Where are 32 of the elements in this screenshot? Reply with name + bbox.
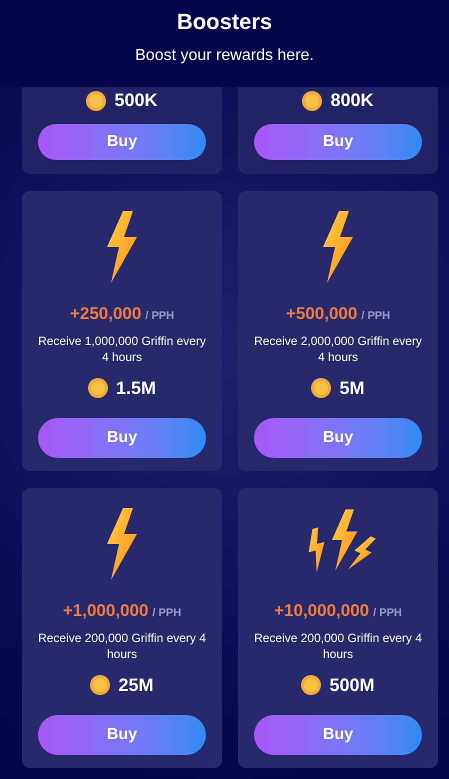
buy-button[interactable]: Buy bbox=[254, 124, 422, 160]
unit-label: / PPH bbox=[361, 309, 390, 324]
buy-button[interactable]: Buy bbox=[254, 418, 422, 458]
page-subtitle: Boost your rewards here. bbox=[135, 46, 314, 66]
buy-button[interactable]: Buy bbox=[254, 714, 422, 754]
coin-icon bbox=[88, 378, 108, 398]
bonus-amount: +500,000 bbox=[286, 303, 358, 325]
price: 5M bbox=[339, 376, 364, 400]
unit-label: / PPH bbox=[373, 606, 402, 621]
bonus-amount: +1,000,000 bbox=[62, 600, 148, 622]
coin-icon bbox=[301, 675, 322, 695]
coin-icon bbox=[302, 90, 322, 110]
buy-button[interactable]: Buy bbox=[38, 124, 206, 160]
booster-description: Receive 200,000 Griffin every 4 hours bbox=[37, 630, 207, 662]
booster-description: Receive 2,000,000 Griffin every 4 hours bbox=[253, 332, 423, 364]
booster-description: Receive 1,000,000 Griffin every 4 hours bbox=[37, 332, 207, 364]
price: 800K bbox=[330, 89, 374, 112]
price: 25M bbox=[118, 674, 154, 696]
bonus-amount: +250,000 bbox=[70, 303, 142, 325]
buy-button[interactable]: Buy bbox=[38, 418, 206, 458]
page-title: Boosters bbox=[176, 8, 272, 36]
coin-icon bbox=[90, 675, 110, 695]
price: 500M bbox=[329, 674, 375, 696]
unit-label: / PPH bbox=[145, 309, 174, 324]
coin-icon bbox=[311, 378, 332, 398]
bonus-amount: +10,000,000 bbox=[274, 600, 370, 622]
price: 1.5M bbox=[116, 376, 156, 400]
unit-label: / PPH bbox=[152, 606, 182, 621]
coin-icon bbox=[86, 90, 106, 110]
price: 500K bbox=[114, 89, 158, 112]
booster-description: Receive 200,000 Griffin every 4 hours bbox=[253, 630, 423, 662]
buy-button[interactable]: Buy bbox=[38, 714, 206, 754]
